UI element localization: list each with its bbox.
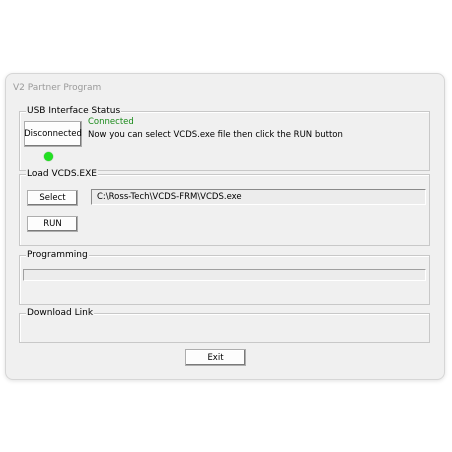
download-link-group: Download Link [19, 307, 430, 343]
select-button[interactable]: Select [27, 190, 78, 206]
window-title: V2 Partner Program [13, 83, 102, 93]
instruction-message: Now you can select VCDS.exe file then cl… [88, 130, 343, 140]
programming-legend: Programming [26, 249, 89, 261]
load-vcds-group: Load VCDS.EXE Select C:\Ross-Tech\VCDS-F… [19, 168, 430, 246]
connection-status-text: Connected [88, 117, 134, 127]
download-link-legend: Download Link [26, 307, 95, 319]
programming-group: Programming [19, 249, 430, 305]
load-vcds-legend: Load VCDS.EXE [26, 168, 98, 180]
run-button[interactable]: RUN [27, 216, 78, 232]
connection-led-icon [44, 152, 53, 161]
exit-button[interactable]: Exit [185, 349, 246, 366]
usb-status-legend: USB Interface Status [26, 105, 122, 117]
main-window: V2 Partner Program USB Interface Status … [5, 73, 445, 380]
disconnected-button[interactable]: Disconnected [24, 121, 82, 147]
vcds-path-field[interactable]: C:\Ross-Tech\VCDS-FRM\VCDS.exe [91, 189, 426, 205]
programming-progress-bar [23, 269, 426, 281]
usb-status-group: USB Interface Status Disconnected Connec… [19, 105, 430, 171]
